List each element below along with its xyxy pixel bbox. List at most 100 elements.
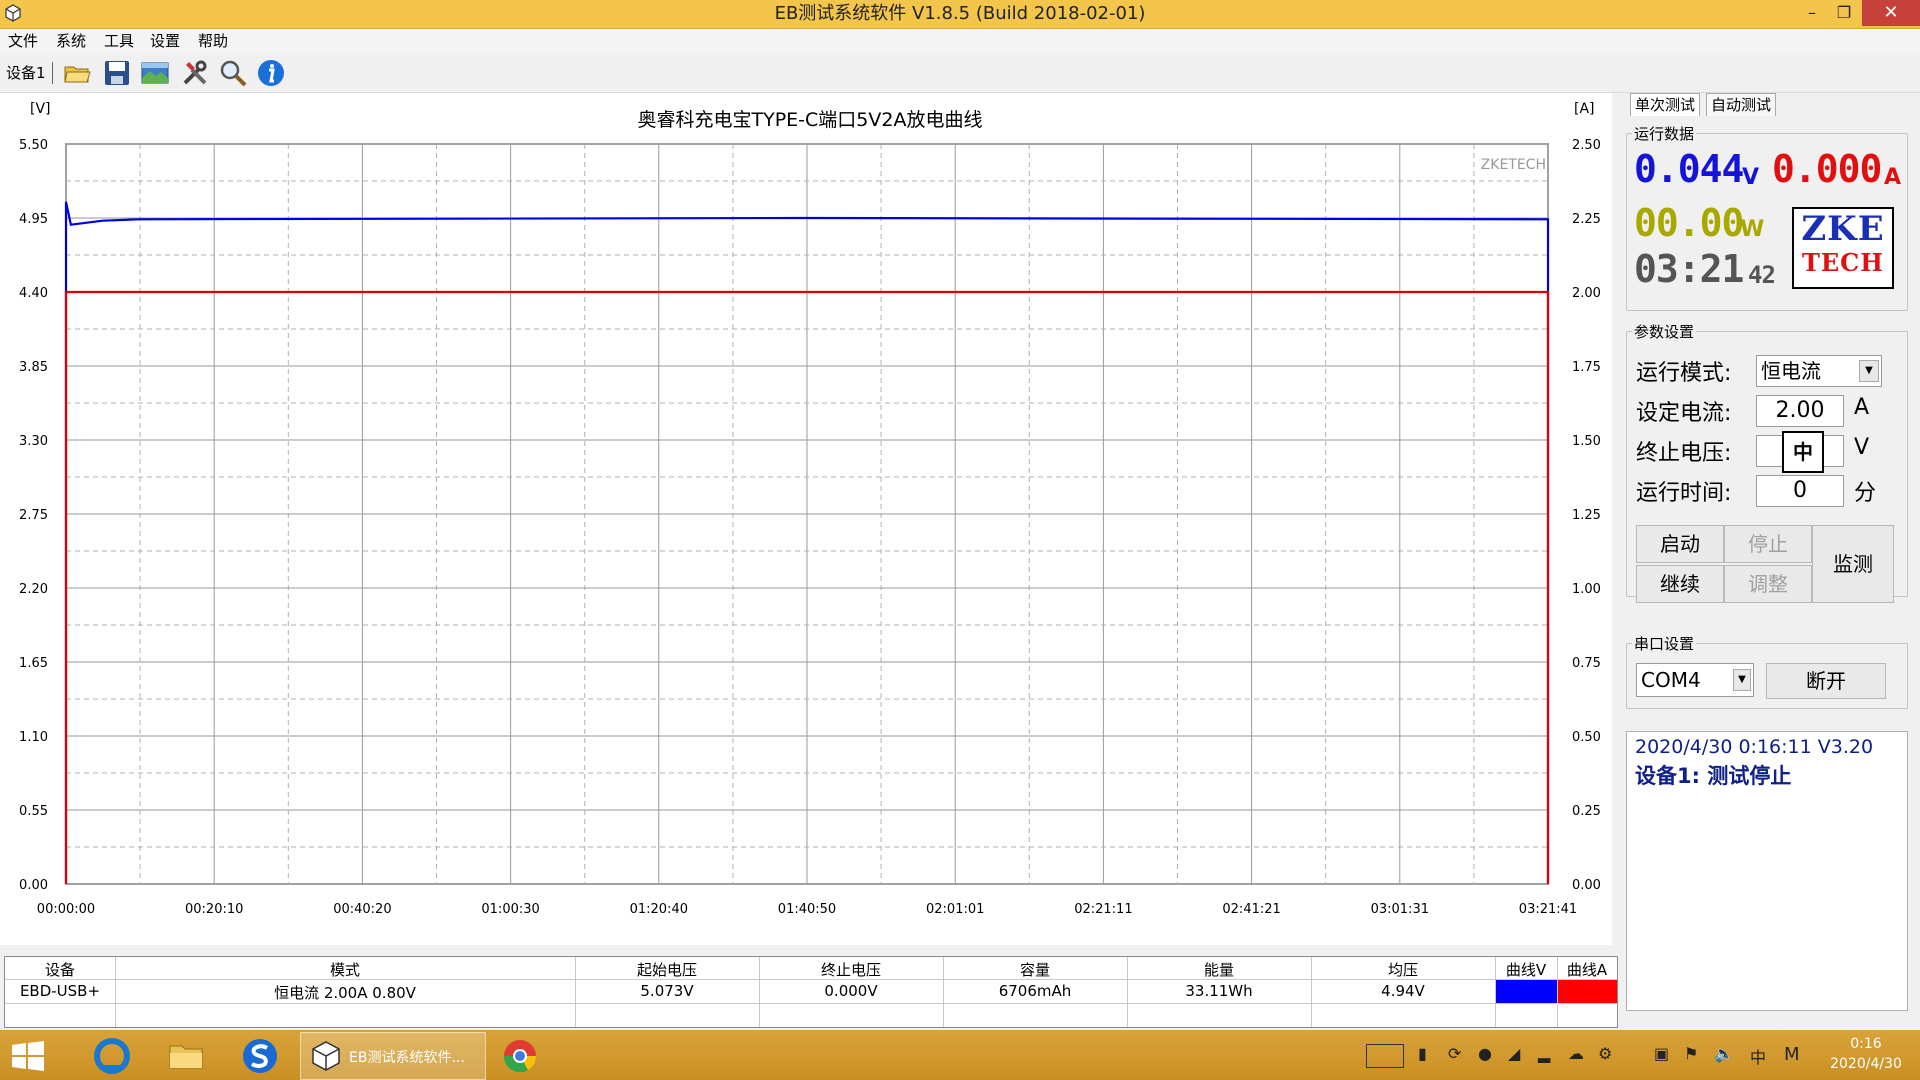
save-icon[interactable]: [102, 58, 132, 88]
chart-title: 奥睿科充电宝TYPE-C端口5V2A放电曲线: [638, 109, 983, 131]
power-unit: W: [1740, 217, 1765, 242]
volume-icon[interactable]: 🔈: [1714, 1044, 1734, 1063]
com-port-select[interactable]: COM4 ▼: [1636, 663, 1754, 697]
wifi-icon[interactable]: ◢: [1508, 1044, 1520, 1063]
status-line-1: 2020/4/30 0:16:11 V3.20: [1635, 736, 1874, 758]
ime-mode-m[interactable]: M: [1784, 1044, 1800, 1065]
menu-system[interactable]: 系统: [56, 29, 86, 53]
tab-single-test[interactable]: 单次测试: [1630, 93, 1701, 116]
y-right-tick-label: 0.75: [1572, 656, 1601, 671]
voltage-readout: 0.044: [1634, 147, 1744, 191]
menu-tools[interactable]: 工具: [104, 29, 134, 53]
set-current-input[interactable]: 2.00: [1756, 395, 1844, 427]
sogou-input-icon[interactable]: [240, 1036, 280, 1076]
y-right-tick-label: 1.00: [1572, 582, 1601, 597]
display-icon[interactable]: ▣: [1654, 1044, 1669, 1063]
signal-icon[interactable]: ▂: [1538, 1044, 1550, 1063]
x-tick-label: 00:40:20: [333, 902, 391, 917]
clock[interactable]: 0:16 2020/4/30: [1820, 1036, 1912, 1072]
keyboard-icon[interactable]: [1366, 1044, 1404, 1068]
y-right-tick-label: 1.25: [1572, 508, 1601, 523]
x-tick-label: 01:00:30: [481, 902, 539, 917]
search-icon[interactable]: [218, 58, 248, 88]
start-button[interactable]: 启动: [1636, 525, 1724, 563]
table-header-energy: 能量: [1203, 961, 1234, 979]
chrome-icon[interactable]: [500, 1036, 540, 1076]
table-header-mode: 模式: [329, 961, 360, 979]
ime-indicator[interactable]: 中: [1782, 431, 1824, 473]
taskbar-active-task[interactable]: EB测试系统软件...: [300, 1032, 486, 1080]
file-explorer-icon[interactable]: [166, 1036, 206, 1076]
run-time-input[interactable]: 0: [1756, 475, 1844, 507]
y-right-tick-label: 2.00: [1572, 286, 1601, 301]
zketech-logo: ZKE TECH: [1792, 207, 1894, 289]
run-data-label: 运行数据: [1632, 123, 1697, 144]
com-port-value: COM4: [1641, 668, 1701, 692]
table-header-curve-a: 曲线A: [1566, 961, 1608, 979]
status-log: 2020/4/30 0:16:11 V3.20 设备1: 测试停止: [1626, 731, 1908, 1011]
control-panel: 单次测试 自动测试 运行数据 0.044 V 0.000 A 00.00 W 0…: [1622, 93, 1920, 1013]
windows-start-icon[interactable]: [8, 1036, 48, 1076]
clock-date: 2020/4/30: [1830, 1056, 1902, 1072]
browser-icon[interactable]: [92, 1036, 132, 1076]
image-export-icon[interactable]: [140, 58, 170, 88]
continue-button[interactable]: 继续: [1636, 565, 1724, 603]
y-right-tick-label: 0.50: [1572, 730, 1601, 745]
wechat-icon[interactable]: ●: [1478, 1044, 1492, 1063]
mode-label: 运行模式:: [1636, 361, 1732, 386]
run-time-label: 运行时间:: [1636, 481, 1732, 506]
toolbar: 设备1: [0, 54, 1920, 93]
window-title: EB测试系统软件 V1.8.5 (Build 2018-02-01): [774, 3, 1146, 24]
x-tick-label: 01:40:50: [778, 902, 836, 917]
time-seconds: 42: [1748, 261, 1776, 289]
chevron-down-icon[interactable]: ▼: [1859, 360, 1879, 382]
tab-auto-test[interactable]: 自动测试: [1706, 93, 1777, 116]
chevron-down-icon[interactable]: ▼: [1733, 669, 1751, 691]
stop-button[interactable]: 停止: [1724, 525, 1812, 563]
cutoff-voltage-label: 终止电压:: [1636, 441, 1732, 466]
sync-icon[interactable]: ⟳: [1448, 1044, 1461, 1063]
y-left-tick-label: 4.95: [19, 212, 48, 227]
set-current-label: 设定电流:: [1636, 401, 1732, 426]
table-cell-energy: 33.11Wh: [1185, 982, 1253, 1000]
x-tick-label: 01:20:40: [630, 902, 688, 917]
info-icon[interactable]: [256, 58, 286, 88]
device-tab[interactable]: 设备1: [6, 62, 53, 84]
cutoff-voltage-unit: V: [1854, 435, 1870, 460]
folder-open-icon[interactable]: [62, 58, 92, 88]
tools-icon[interactable]: [180, 58, 210, 88]
x-tick-label: 00:20:10: [185, 902, 243, 917]
network-icon[interactable]: ▮: [1418, 1044, 1427, 1063]
disconnect-button[interactable]: 断开: [1766, 663, 1886, 699]
x-tick-label: 02:41:21: [1222, 902, 1280, 917]
maximize-button[interactable]: ❐: [1822, 0, 1866, 26]
taskbar: EB测试系统软件... ▮ ⟳ ● ◢ ▂ ☁ ⚙ ▣ ⚑ 🔈 中 M 0:16…: [0, 1030, 1920, 1080]
y-right-tick-label: 1.50: [1572, 434, 1601, 449]
menu-help[interactable]: 帮助: [198, 29, 228, 53]
adjust-button[interactable]: 调整: [1724, 565, 1812, 603]
menu-settings[interactable]: 设置: [150, 29, 180, 53]
voltage-unit: V: [1742, 165, 1760, 190]
monitor-button[interactable]: 监测: [1812, 525, 1894, 603]
cloud-icon[interactable]: ☁: [1568, 1044, 1584, 1063]
menu-file[interactable]: 文件: [8, 29, 38, 53]
current-readout: 0.000: [1772, 147, 1882, 191]
alert-icon[interactable]: ⚑: [1684, 1044, 1698, 1063]
y-right-tick-label: 1.75: [1572, 360, 1601, 375]
y-left-tick-label: 2.75: [19, 508, 48, 523]
logo-line-2: TECH: [1802, 248, 1884, 277]
mode-select[interactable]: 恒电流 ▼: [1756, 355, 1882, 387]
x-tick-label: 00:00:00: [37, 902, 95, 917]
ime-mode-indicator[interactable]: 中: [1750, 1044, 1766, 1068]
table-cell-mode: 恒电流 2.00A 0.80V: [274, 984, 416, 1002]
close-button[interactable]: ✕: [1862, 0, 1920, 26]
result-table: 设备 模式 起始电压 终止电压 容量 能量 均压 曲线V 曲线A EBD-USB…: [4, 956, 1618, 1028]
time-readout: 03:21: [1634, 247, 1744, 291]
logo-line-1: ZKE: [1801, 209, 1885, 249]
y-left-tick-label: 3.85: [19, 360, 48, 375]
chart-grid: [65, 143, 1549, 885]
curve-v-color-swatch[interactable]: [1496, 980, 1557, 1003]
curve-a-color-swatch[interactable]: [1558, 980, 1617, 1003]
discharge-chart: 5.50 4.95 4.40 3.85 3.30 2.75 2.20 1.65 1.10 0.55…: [0, 93, 1612, 945]
gear-icon[interactable]: ⚙: [1598, 1044, 1612, 1063]
